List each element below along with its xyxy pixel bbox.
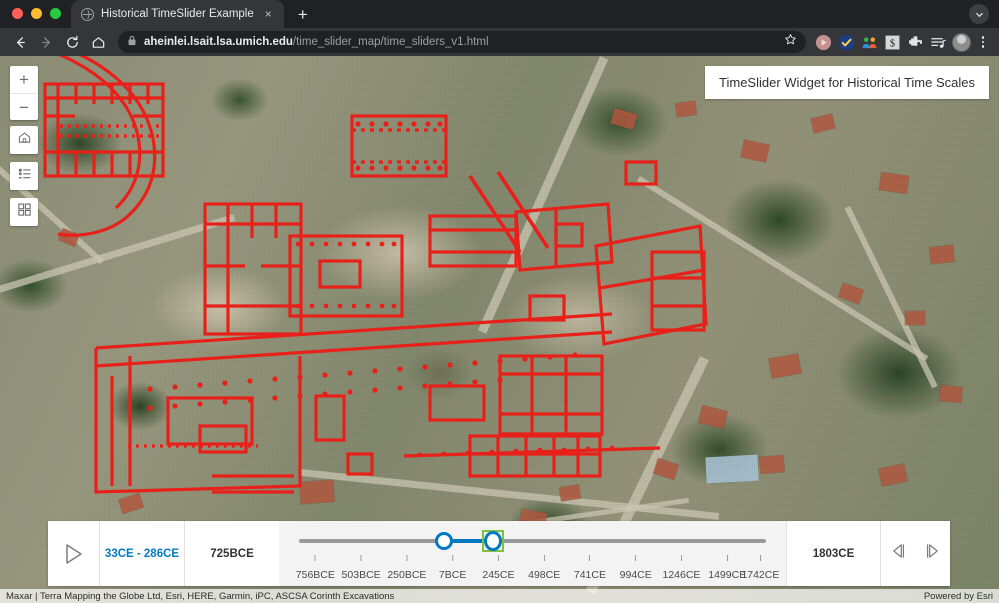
slider-tick: 245CE bbox=[482, 555, 514, 583]
reading-list-icon[interactable] bbox=[929, 33, 948, 52]
tick-mark bbox=[406, 555, 407, 561]
full-extent-min-label: 725BCE bbox=[185, 521, 279, 586]
tick-label: 503BCE bbox=[342, 569, 381, 581]
zoom-in-button[interactable]: + bbox=[10, 66, 38, 93]
url-host: aheinlei.lsait.lsa.umich.edu bbox=[144, 36, 293, 48]
attribution-sources: Maxar | Terra Mapping the Globe Ltd, Esr… bbox=[6, 591, 394, 602]
next-step-icon bbox=[924, 542, 941, 565]
attribution-powered-by: Powered by Esri bbox=[924, 591, 993, 602]
address-bar-text: aheinlei.lsait.lsa.umich.edu/time_slider… bbox=[144, 36, 489, 48]
maximize-window-button[interactable] bbox=[50, 8, 61, 19]
tick-mark bbox=[681, 555, 682, 561]
widget-title: TimeSlider Widget for Historical Time Sc… bbox=[705, 66, 989, 99]
slider-handle-end[interactable] bbox=[482, 530, 504, 552]
tick-label: 994CE bbox=[620, 569, 652, 581]
slider-tick: 741CE bbox=[574, 555, 606, 583]
tick-mark bbox=[544, 555, 545, 561]
full-extent-max-label: 1803CE bbox=[786, 521, 880, 586]
slider-tick-labels: 756BCE 503BCE 250BCE 7BCE 245CE 498CE 741CE 994… bbox=[299, 555, 766, 583]
tick-mark bbox=[498, 555, 499, 561]
kebab-menu-icon[interactable] bbox=[975, 36, 991, 48]
tick-label: 245CE bbox=[482, 569, 514, 581]
tab-title: Historical TimeSlider Example bbox=[101, 8, 254, 20]
previous-step-button[interactable] bbox=[881, 521, 916, 586]
svg-text:$: $ bbox=[890, 38, 895, 49]
minimize-window-button[interactable] bbox=[31, 8, 42, 19]
tick-mark bbox=[760, 555, 761, 561]
address-bar[interactable]: aheinlei.lsait.lsa.umich.edu/time_slider… bbox=[118, 31, 806, 53]
avatar[interactable] bbox=[952, 33, 971, 52]
chevron-down-circle-icon[interactable] bbox=[969, 4, 989, 24]
basemap-gallery-button[interactable] bbox=[10, 198, 38, 226]
time-slider-track[interactable]: 756BCE 503BCE 250BCE 7BCE 245CE 498CE 741CE 994… bbox=[279, 521, 786, 586]
time-slider-widget: 33CE - 286CE 725BCE 756BCE 503BCE 250BCE 7B… bbox=[48, 521, 950, 586]
tick-mark bbox=[315, 555, 316, 561]
slider-tick: 756BCE bbox=[296, 555, 335, 583]
home-icon bbox=[17, 130, 32, 150]
puzzle-extension-icon[interactable] bbox=[906, 33, 925, 52]
browser-toolbar: aheinlei.lsait.lsa.umich.edu/time_slider… bbox=[0, 28, 999, 56]
tick-label: 7BCE bbox=[439, 569, 466, 581]
slider-tick: 503BCE bbox=[342, 555, 381, 583]
forward-button[interactable] bbox=[34, 30, 58, 54]
tick-mark bbox=[452, 555, 453, 561]
tick-mark bbox=[589, 555, 590, 561]
checkmark-extension-icon[interactable] bbox=[837, 33, 856, 52]
tick-mark bbox=[635, 555, 636, 561]
tick-mark bbox=[727, 555, 728, 561]
reload-button[interactable] bbox=[60, 30, 84, 54]
new-tab-button[interactable]: + bbox=[290, 1, 316, 27]
play-triangle-icon bbox=[63, 542, 85, 566]
legend-list-icon bbox=[17, 166, 32, 186]
map-viewport[interactable]: + − bbox=[0, 56, 999, 603]
media-play-extension-icon[interactable] bbox=[814, 33, 833, 52]
browser-window: Historical TimeSlider Example × + bbox=[0, 0, 999, 603]
dollar-extension-icon[interactable]: $ bbox=[883, 33, 902, 52]
next-step-button[interactable] bbox=[916, 521, 951, 586]
tick-label: 756BCE bbox=[296, 569, 335, 581]
zoom-controls: + − bbox=[10, 66, 38, 120]
step-controls bbox=[880, 521, 950, 586]
tick-label: 498CE bbox=[528, 569, 560, 581]
people-extension-icon[interactable] bbox=[860, 33, 879, 52]
slider-tick: 250BCE bbox=[387, 555, 426, 583]
home-button[interactable] bbox=[10, 126, 38, 154]
extensions-area: $ bbox=[814, 33, 991, 52]
tick-mark bbox=[361, 555, 362, 561]
basemap-gallery-icon bbox=[17, 202, 32, 222]
browser-tab[interactable]: Historical TimeSlider Example × bbox=[71, 0, 284, 28]
back-button[interactable] bbox=[8, 30, 32, 54]
tick-label: 1246CE bbox=[662, 569, 700, 581]
close-icon[interactable]: × bbox=[261, 7, 276, 22]
tick-label: 250BCE bbox=[387, 569, 426, 581]
slider-handle-start[interactable] bbox=[435, 532, 453, 550]
map-attribution: Maxar | Terra Mapping the Globe Ltd, Esr… bbox=[0, 589, 999, 603]
slider-rail[interactable] bbox=[299, 539, 766, 543]
slider-tick: 1246CE bbox=[662, 555, 700, 583]
zoom-out-button[interactable]: − bbox=[10, 93, 38, 120]
close-window-button[interactable] bbox=[12, 8, 23, 19]
legend-button[interactable] bbox=[10, 162, 38, 190]
tick-label: 741CE bbox=[574, 569, 606, 581]
star-icon[interactable] bbox=[784, 33, 797, 51]
previous-step-icon bbox=[890, 542, 907, 565]
play-button[interactable] bbox=[48, 521, 100, 586]
home-button[interactable] bbox=[86, 30, 110, 54]
slider-tick: 994CE bbox=[620, 555, 652, 583]
url-path: /time_slider_map/time_sliders_v1.html bbox=[293, 36, 489, 48]
window-traffic-lights bbox=[0, 8, 61, 28]
globe-icon bbox=[81, 8, 94, 21]
current-time-extent: 33CE - 286CE bbox=[100, 521, 185, 586]
tab-strip: Historical TimeSlider Example × + bbox=[0, 0, 999, 28]
slider-tick: 498CE bbox=[528, 555, 560, 583]
tick-label: 1742CE bbox=[741, 569, 779, 581]
slider-tick: 1742CE bbox=[741, 555, 779, 583]
slider-tick: 7BCE bbox=[439, 555, 466, 583]
lock-icon bbox=[127, 33, 137, 51]
